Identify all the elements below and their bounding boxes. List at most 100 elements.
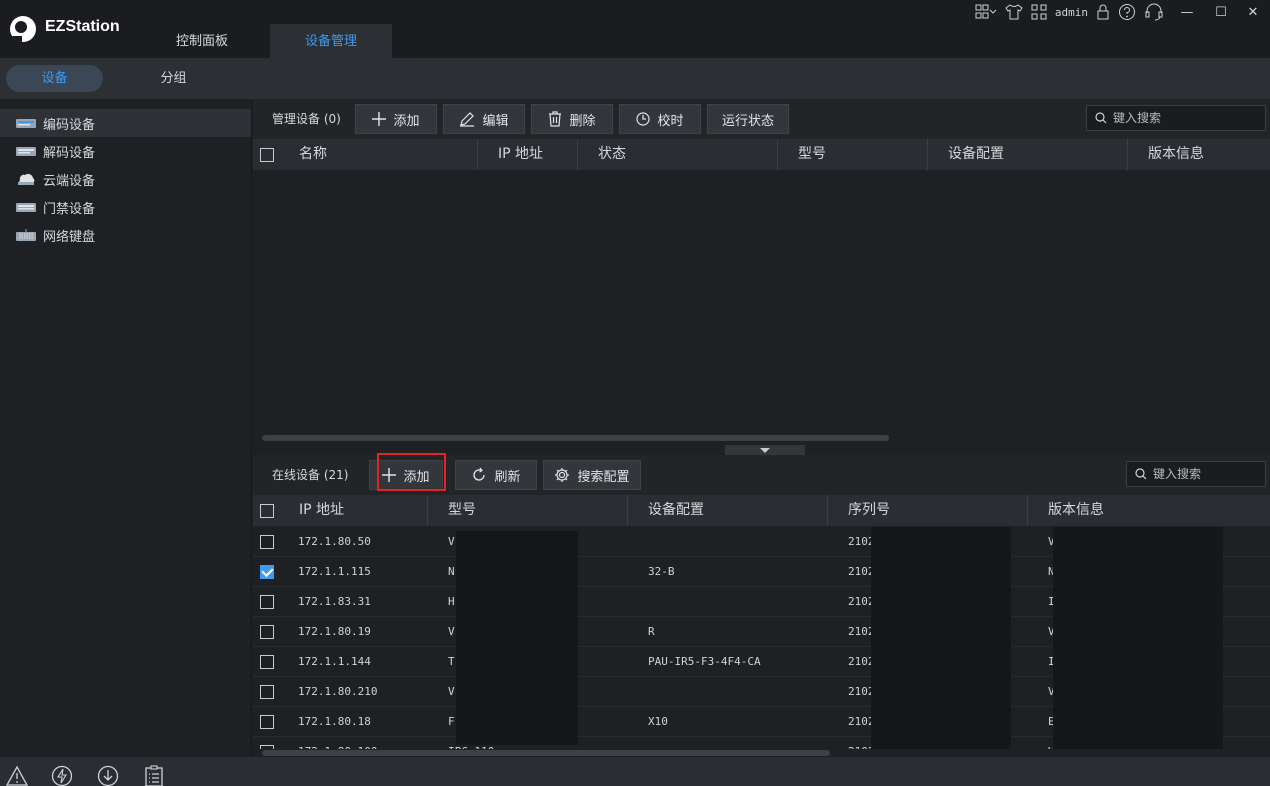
online-select-all-checkbox[interactable] [260,504,274,518]
row-model: V [448,625,455,638]
managed-add-button[interactable]: 添加 [355,104,437,134]
managed-run-status-button[interactable]: 运行状态 [707,104,789,134]
layout-grid-icon[interactable] [975,0,997,24]
close-button[interactable]: ✕ [1240,0,1266,24]
row-ip: 172.1.80.18 [298,715,371,728]
column-header[interactable]: 版本信息 [1128,139,1270,170]
flash-icon[interactable] [51,765,73,786]
online-table-body: 172.1.80.50 V 2102 V 172.1.1.115 N 32-B … [253,527,1270,749]
tab-device-management[interactable]: 设备管理 [270,24,392,58]
download-icon[interactable] [97,765,119,786]
help-icon[interactable] [1118,0,1136,24]
cloud-device-icon [18,173,35,185]
sidebar-item-network-keyboard[interactable]: 网络键盘 [0,221,251,249]
pencil-icon [459,111,475,127]
managed-search-input[interactable] [1113,111,1233,125]
panel-splitter-handle[interactable] [725,445,805,455]
row-config: R [648,625,655,638]
gear-icon [554,467,570,483]
redacted-region [456,531,578,745]
device-tree-icon[interactable] [1031,0,1047,24]
row-checkbox[interactable] [260,565,274,579]
redacted-region [1053,527,1223,749]
managed-delete-button[interactable]: 删除 [531,104,613,134]
managed-horizontal-scrollbar[interactable] [262,435,889,441]
row-config: X10 [648,715,668,728]
access-control-icon [16,203,36,212]
window-toolbar: admin — ☐ ✕ [971,0,1270,24]
sidebar-item-decoder[interactable]: 解码设备 [0,137,251,165]
network-keyboard-icon [16,229,36,241]
column-header[interactable]: 名称 [253,139,478,170]
status-bar [0,757,1270,786]
column-header[interactable]: IP 地址 [253,495,428,526]
row-checkbox[interactable] [260,655,274,669]
row-ip: 172.1.80.210 [298,685,378,698]
online-table-header: IP 地址 型号 设备配置 序列号 版本信息 [253,495,1270,526]
lock-icon[interactable] [1096,0,1110,24]
managed-devices-title: 管理设备 (0) [272,112,341,126]
sidebar-item-encoder[interactable]: 编码设备 [0,109,251,137]
online-refresh-button[interactable]: 刷新 [455,460,537,490]
row-checkbox[interactable] [260,595,274,609]
row-ip: 172.1.80.50 [298,535,371,548]
row-model: V [448,535,455,548]
minimize-button[interactable]: — [1172,0,1202,24]
decoder-icon [16,147,36,156]
row-model: F [448,715,455,728]
row-checkbox[interactable] [260,685,274,699]
online-search-box[interactable] [1126,461,1266,487]
sidebar-item-label: 编码设备 [43,117,96,133]
clock-icon [636,112,651,126]
column-header[interactable]: 设备配置 [628,495,828,526]
column-header[interactable]: 版本信息 [1028,495,1270,526]
redacted-region [871,527,1011,749]
column-header[interactable]: 型号 [428,495,628,526]
online-search-config-button[interactable]: 搜索配置 [543,460,641,490]
device-type-sidebar: 编码设备 解码设备 云端设备 门禁设备 网络键盘 [0,99,252,757]
subtab-devices[interactable]: 设备 [6,65,103,92]
column-header[interactable]: IP 地址 [478,139,578,170]
main-panel: 管理设备 (0) 添加 编辑 删除 校时 运行状态 键入搜索 名称 IP 地址 … [253,99,1270,757]
row-ip: 172.1.80.100 [298,737,377,749]
sidebar-item-access-control[interactable]: 门禁设备 [0,193,251,221]
row-model: N [448,565,455,578]
row-checkbox[interactable] [260,625,274,639]
row-ip: 172.1.80.19 [298,625,371,638]
row-checkbox[interactable] [260,715,274,729]
task-list-icon[interactable] [143,765,165,786]
managed-select-all-checkbox[interactable] [260,148,274,162]
trash-icon [548,111,562,127]
managed-timing-button[interactable]: 校时 [619,104,701,134]
row-model: H [448,595,455,608]
managed-edit-button[interactable]: 编辑 [443,104,525,134]
alarm-icon[interactable] [6,765,28,786]
sidebar-item-label: 门禁设备 [43,201,96,217]
column-header[interactable]: 状态 [578,139,778,170]
column-header[interactable]: 序列号 [828,495,1028,526]
user-name[interactable]: admin [1055,0,1088,24]
row-ip: 172.1.1.144 [298,655,371,668]
maximize-button[interactable]: ☐ [1210,0,1232,24]
managed-search-box[interactable] [1086,105,1266,131]
support-headset-icon[interactable] [1144,0,1164,24]
online-search-input[interactable] [1153,467,1243,481]
row-ip: 172.1.1.115 [298,565,371,578]
row-model: V [448,685,455,698]
managed-table-body [253,170,1270,432]
subtab-groups[interactable]: 分组 [125,65,222,92]
column-header[interactable]: 型号 [778,139,928,170]
tab-control-panel[interactable]: 控制面板 [141,24,263,58]
sidebar-item-cloud[interactable]: 云端设备 [0,165,251,193]
search-icon [1095,112,1107,124]
row-config: PAU-IR5-F3-4F4-CA [648,655,761,668]
plus-icon [372,112,387,126]
app-title: EZStation [45,18,120,35]
row-checkbox[interactable] [260,535,274,549]
column-header[interactable]: 设备配置 [928,139,1128,170]
online-horizontal-scrollbar[interactable] [262,750,830,756]
skin-shirt-icon[interactable] [1005,0,1023,24]
row-checkbox[interactable] [260,745,274,749]
sidebar-item-label: 网络键盘 [43,229,96,245]
add-button-highlight [377,453,446,491]
